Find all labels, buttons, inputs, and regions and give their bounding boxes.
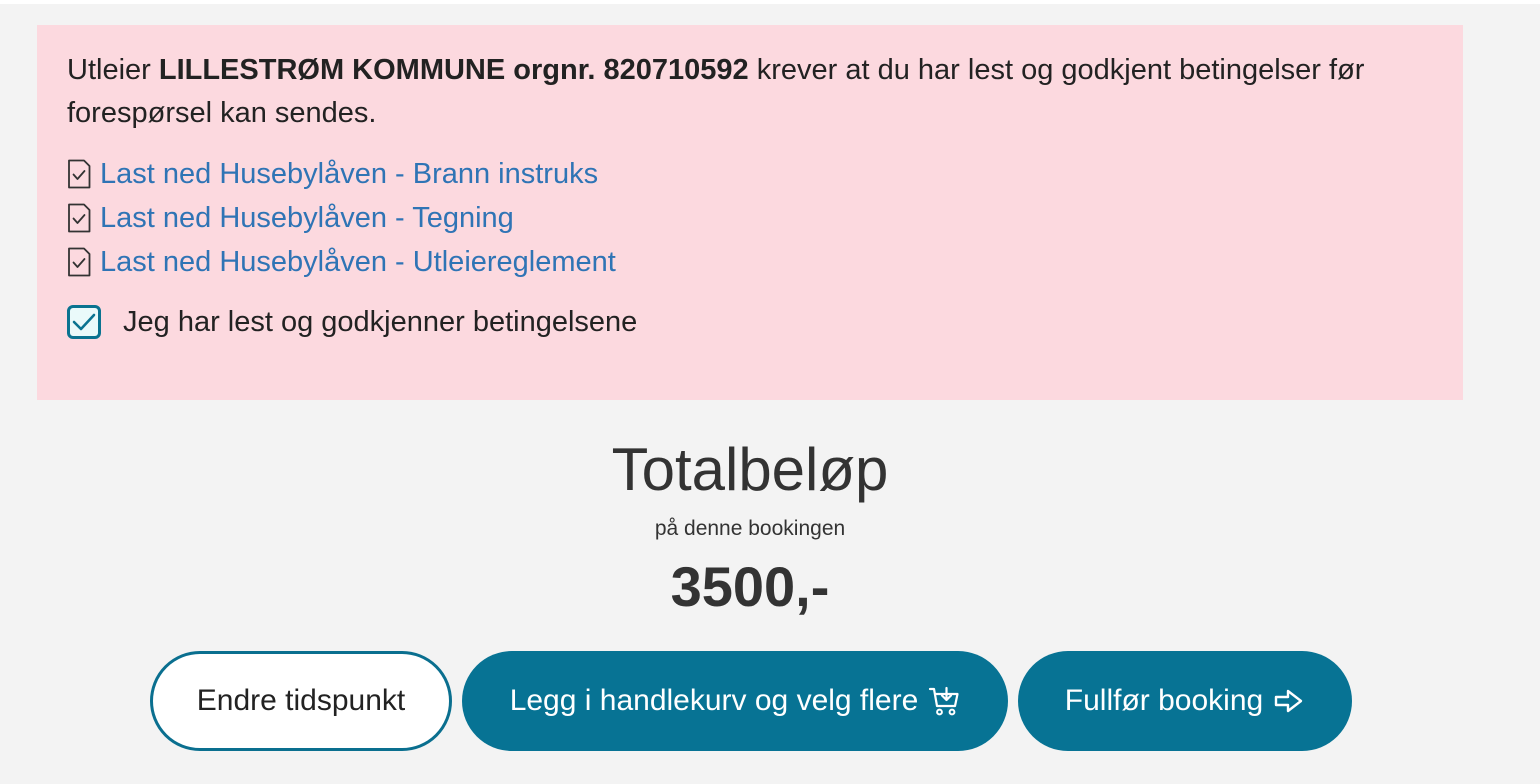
terms-checkbox[interactable] <box>67 305 101 339</box>
checkmark-icon <box>72 313 96 331</box>
download-link-brann-instruks[interactable]: Last ned Husebylåven - Brann instruks <box>100 158 598 191</box>
terms-consent[interactable]: Jeg har lest og godkjenner betingelsene <box>67 305 1433 339</box>
change-time-label: Endre tidspunkt <box>196 684 406 717</box>
terms-panel: Utleier LILLESTRØM KOMMUNE orgnr. 820710… <box>37 25 1463 400</box>
top-strip <box>0 0 1540 4</box>
document-list: Last ned Husebylåven - Brann instruks La… <box>67 152 1433 284</box>
total-summary: Totalbeløp på denne bookingen 3500,- <box>0 430 1500 620</box>
document-item-utleiereglement: Last ned Husebylåven - Utleiereglement <box>67 240 1433 284</box>
add-to-cart-label: Legg i handlekurv og velg flere <box>509 684 919 717</box>
consent-label: Jeg har lest og godkjenner betingelsene <box>123 305 638 338</box>
cart-add-icon <box>929 686 959 716</box>
action-buttons: Endre tidspunkt Legg i handlekurv og vel… <box>150 651 1352 751</box>
document-item-brann-instruks: Last ned Husebylåven - Brann instruks <box>67 152 1433 196</box>
total-title: Totalbeløp <box>611 436 889 503</box>
download-link-utleiereglement[interactable]: Last ned Husebylåven - Utleiereglement <box>100 246 616 279</box>
document-check-icon <box>68 159 91 189</box>
download-link-tegning[interactable]: Last ned Husebylåven - Tegning <box>100 202 514 235</box>
document-check-icon <box>68 203 91 233</box>
document-check-icon <box>68 247 91 277</box>
terms-intro: Utleier LILLESTRØM KOMMUNE orgnr. 820710… <box>67 49 1433 135</box>
add-to-cart-button[interactable]: Legg i handlekurv og velg flere <box>462 651 1008 751</box>
complete-booking-label: Fullfør booking <box>1064 684 1264 717</box>
change-time-button[interactable]: Endre tidspunkt <box>150 651 452 751</box>
document-item-tegning: Last ned Husebylåven - Tegning <box>67 196 1433 240</box>
total-subtitle: på denne bookingen <box>654 517 846 540</box>
landlord-name: LILLESTRØM KOMMUNE orgnr. 820710592 <box>158 54 749 86</box>
total-amount: 3500,- <box>670 555 830 618</box>
intro-prefix: Utleier <box>67 54 159 86</box>
complete-booking-button[interactable]: Fullfør booking <box>1018 651 1352 751</box>
arrow-right-icon <box>1275 689 1303 713</box>
